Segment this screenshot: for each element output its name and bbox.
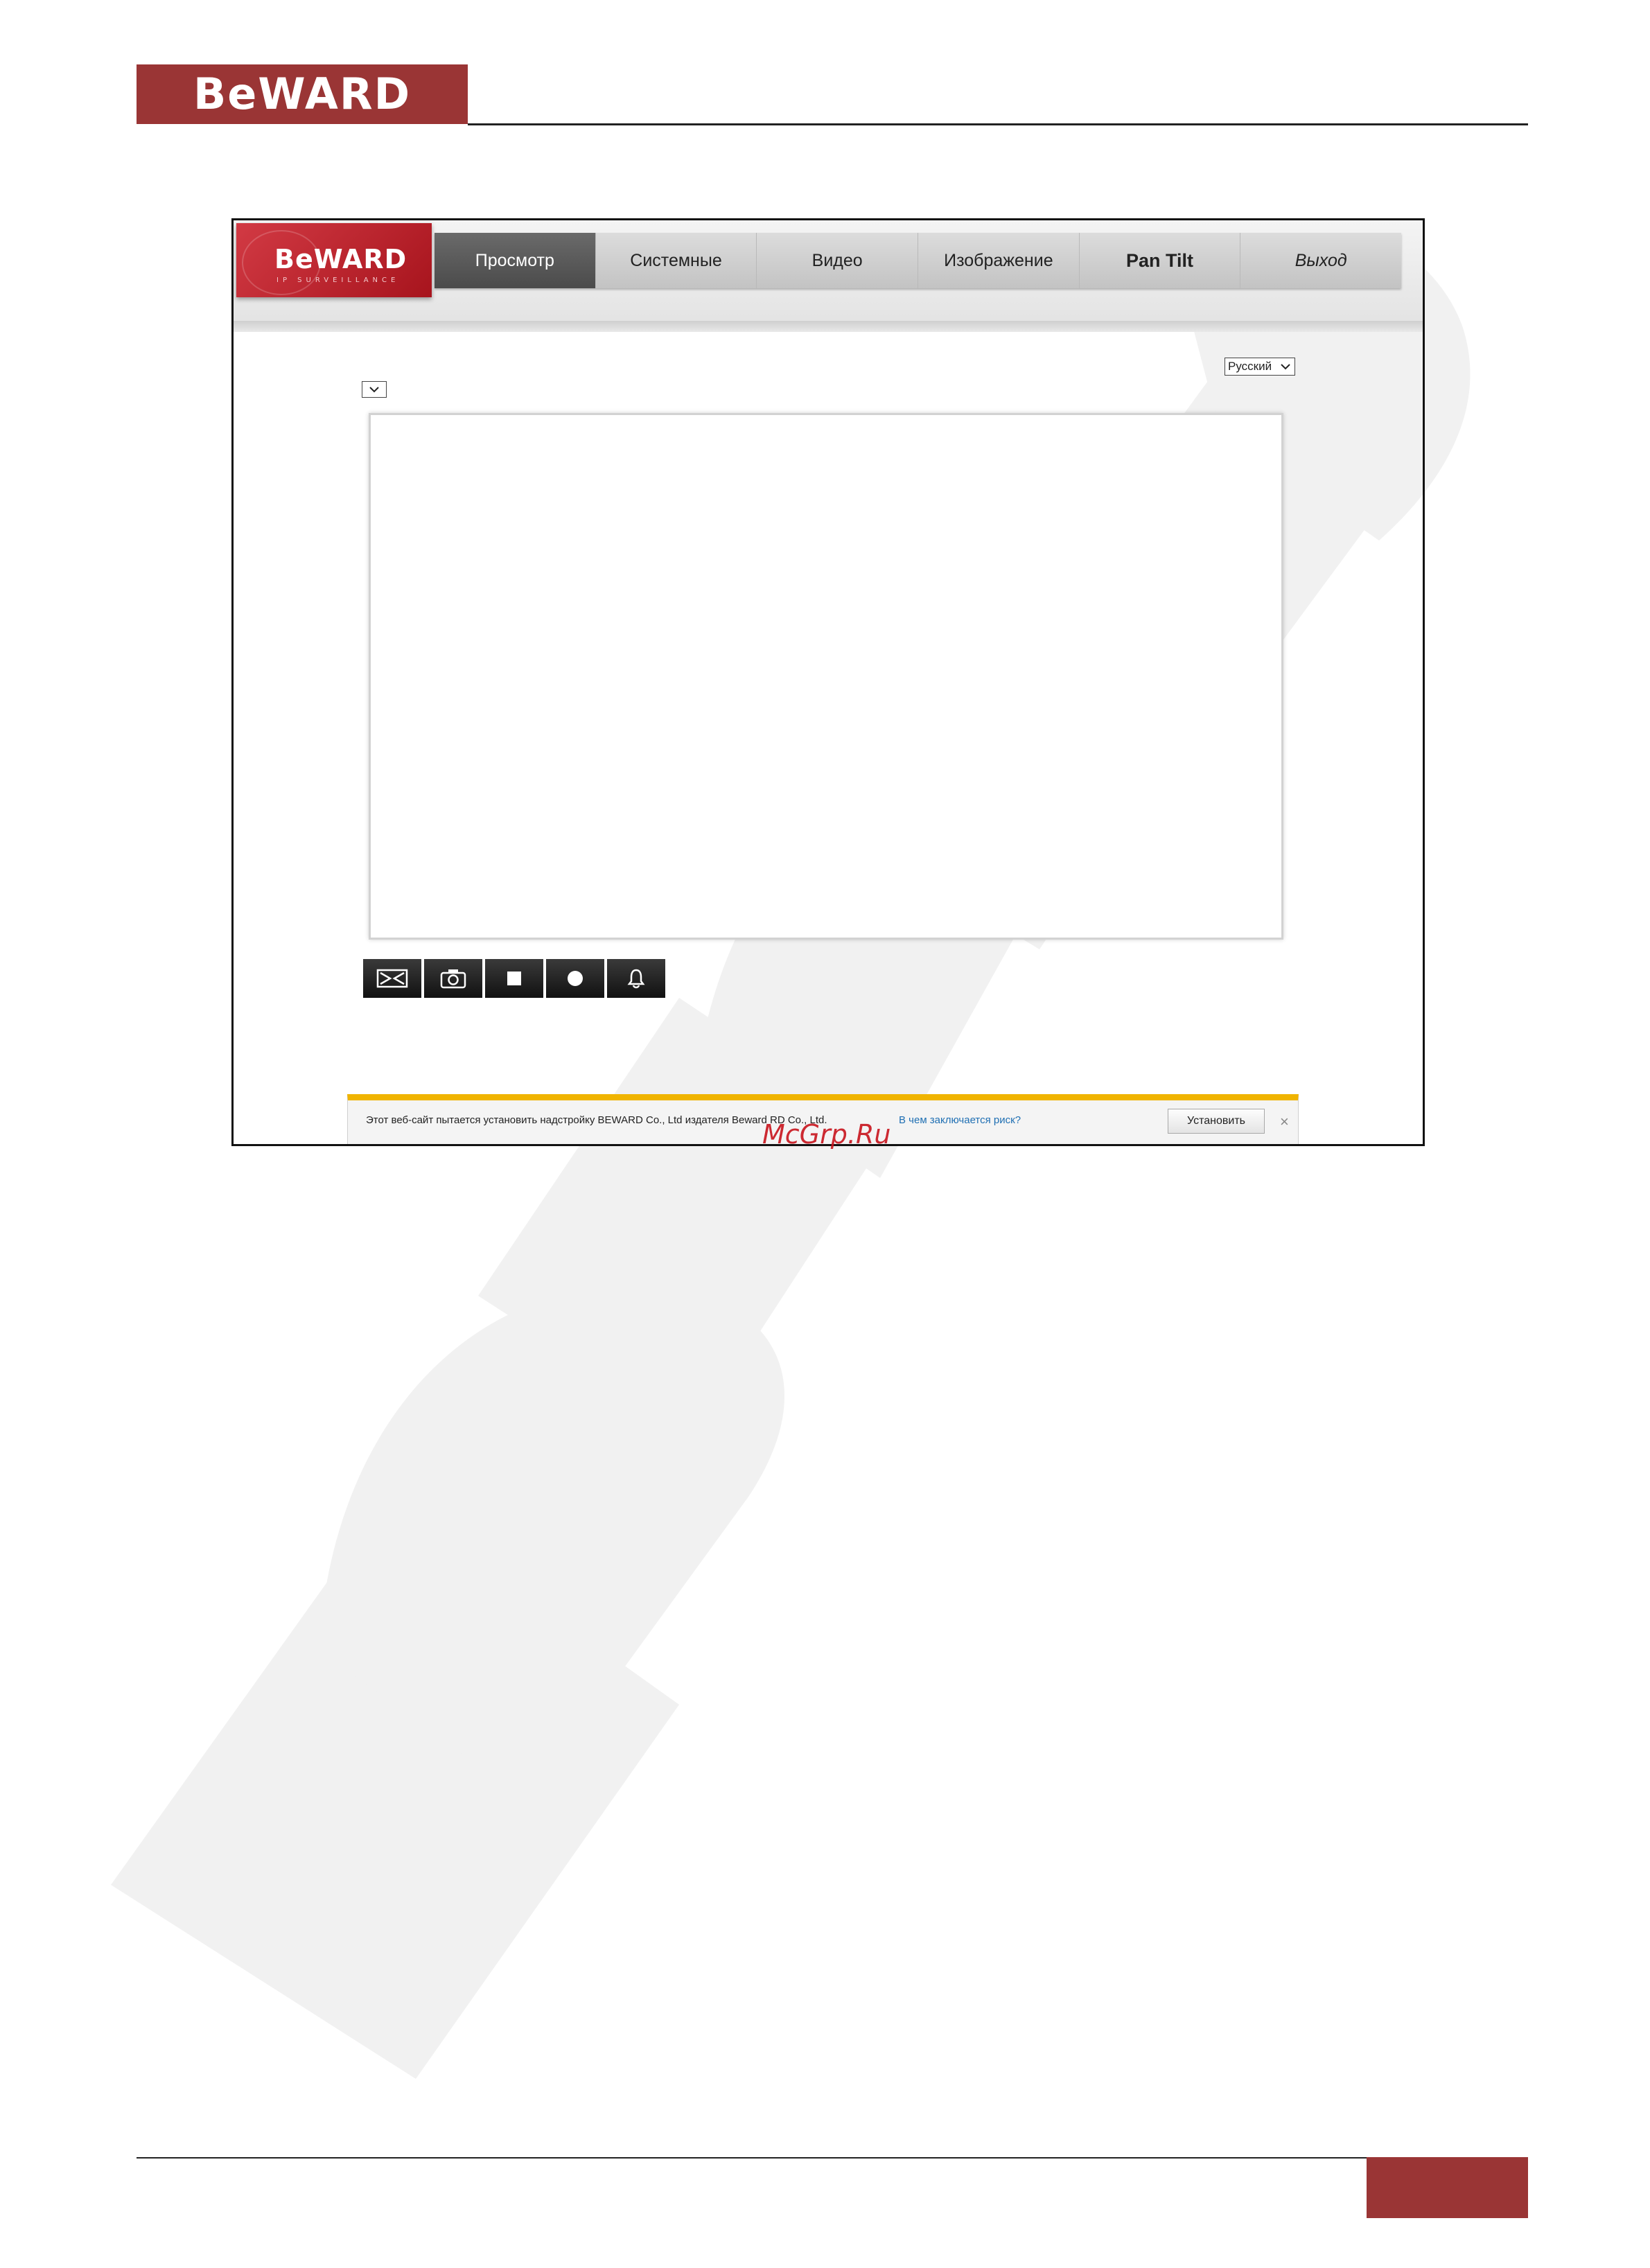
video-viewport[interactable] [369,413,1283,940]
alarm-button[interactable] [607,959,665,998]
app-logo: BeWARD IP SURVEILLANCE [236,223,432,297]
fullscreen-icon [376,969,408,988]
footer-rule [137,2157,1367,2159]
snapshot-button[interactable] [424,959,482,998]
record-icon [568,971,583,986]
tab-system[interactable]: Системные [596,233,757,288]
site-watermark-text: McGrp.Ru [762,1119,891,1150]
addon-notification-message: Этот веб-сайт пытается установить надстр… [366,1114,827,1126]
language-select[interactable]: Русский [1225,358,1295,376]
app-logo-text: BeWARD [274,244,407,274]
language-select-value: Русский [1228,360,1272,373]
tab-logout[interactable]: Выход [1240,233,1401,288]
tab-view[interactable]: Просмотр [435,233,596,288]
stop-icon [507,972,521,985]
stop-button[interactable] [485,959,543,998]
main-nav: Просмотр Системные Видео Изображение Pan… [435,233,1401,288]
video-toolbar [363,959,665,998]
risk-link[interactable]: В чем заключается риск? [899,1114,1021,1126]
install-button[interactable]: Установить [1168,1109,1265,1134]
chevron-down-icon [1278,359,1293,374]
fullscreen-button[interactable] [363,959,421,998]
stream-select[interactable] [362,381,387,398]
snapshot-camera-icon [440,969,466,989]
tab-image[interactable]: Изображение [918,233,1080,288]
close-icon[interactable]: × [1280,1113,1289,1131]
footer-page-block [1367,2157,1528,2218]
chevron-down-icon [369,384,379,396]
camera-ui-screenshot: BeWARD IP SURVEILLANCE Просмотр Системны… [231,218,1425,1146]
tab-video[interactable]: Видео [757,233,919,288]
alarm-bell-icon [627,969,645,989]
header-rule [468,123,1528,125]
tab-pan-tilt[interactable]: Pan Tilt [1080,233,1241,288]
brand-logo-text: BeWARD [193,69,412,119]
brand-logo: BeWARD [137,64,468,124]
app-logo-subtitle: IP SURVEILLANCE [277,276,400,284]
record-button[interactable] [546,959,604,998]
app-header-divider [234,321,1423,332]
